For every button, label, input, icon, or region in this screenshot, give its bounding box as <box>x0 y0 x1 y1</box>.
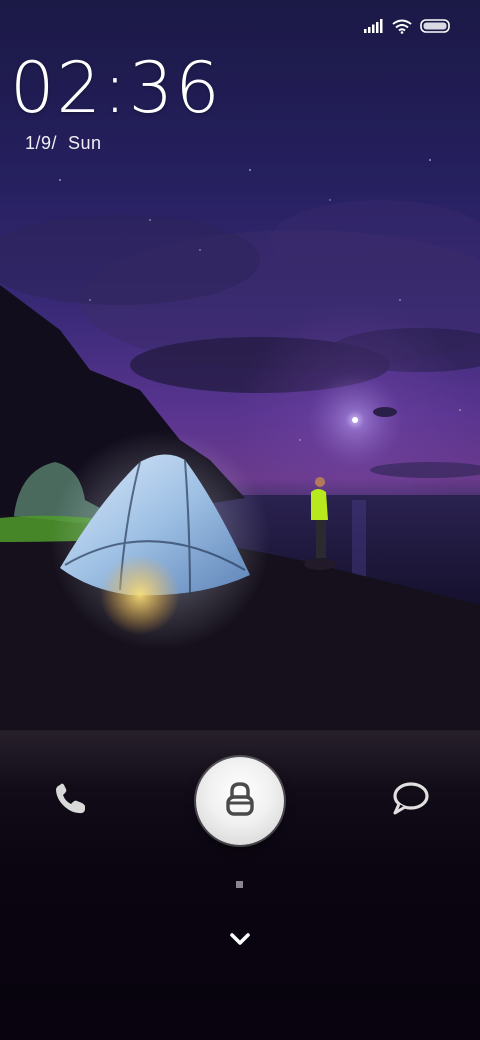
lock-screen: 02:36 1/9/ Sun <box>0 0 480 1040</box>
message-shortcut-button[interactable] <box>386 779 434 823</box>
phone-shortcut-button[interactable] <box>48 779 92 823</box>
page-indicator-dot <box>236 881 243 888</box>
battery-icon <box>420 19 452 33</box>
lock-screen-dock <box>0 730 480 1040</box>
wifi-icon <box>392 19 412 34</box>
expand-button[interactable] <box>226 929 254 953</box>
status-bar <box>364 14 452 38</box>
unlock-button[interactable] <box>196 757 284 845</box>
message-bubble-icon <box>389 780 431 823</box>
chevron-down-icon <box>228 931 252 952</box>
lock-icon <box>220 779 260 824</box>
lock-screen-clock: 02:36 <box>10 47 222 129</box>
lock-screen-date: 1/9/ Sun <box>25 133 102 153</box>
signal-bars-icon <box>364 19 384 33</box>
phone-icon <box>51 780 89 823</box>
